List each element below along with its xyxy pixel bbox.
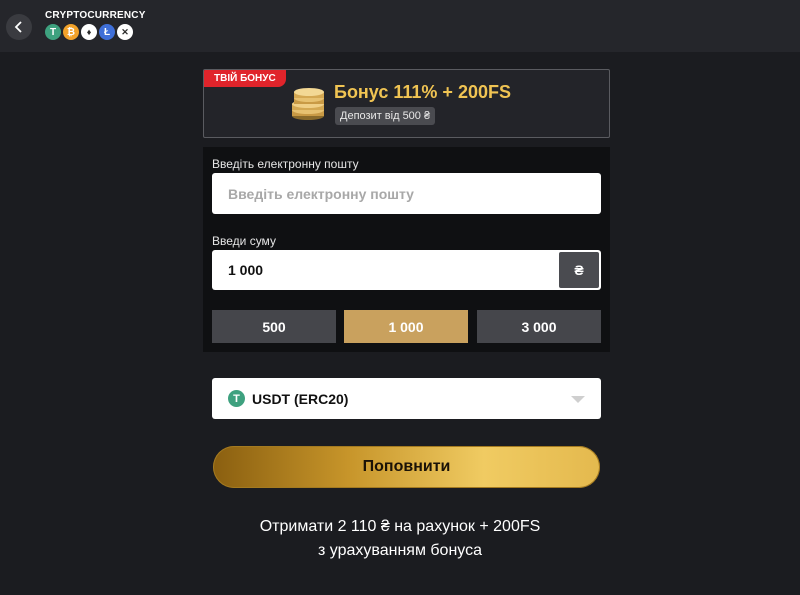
bonus-title: Бонус 111% + 200FS xyxy=(334,82,511,102)
payment-method-select[interactable]: T USDT (ERC20) xyxy=(212,378,601,419)
preset-amount-500[interactable]: 500 xyxy=(212,310,336,343)
ethereum-icon: ♦ xyxy=(81,24,97,40)
amount-input[interactable] xyxy=(212,250,557,290)
receive-summary: Отримати 2 110 ₴ на рахунок + 200FS з ур… xyxy=(0,515,800,563)
bitcoin-icon: ₿ xyxy=(63,24,79,40)
amount-field-wrap: ₴ xyxy=(212,250,601,290)
bonus-card: ТВІЙ БОНУС Бонус 111% + 200FS Депозит ві… xyxy=(203,69,610,138)
currency-button[interactable]: ₴ xyxy=(559,252,599,288)
amount-label: Введи суму xyxy=(212,234,276,248)
page-title: CRYPTOCURRENCY xyxy=(45,10,146,21)
chevron-down-icon xyxy=(571,396,585,403)
email-label: Введіть електронну пошту xyxy=(212,157,359,171)
min-deposit-badge: Депозит від 500 ₴ xyxy=(335,107,436,125)
tether-icon: T xyxy=(228,390,245,407)
receive-amount-text: Отримати 2 110 ₴ на рахунок + 200FS xyxy=(259,518,541,535)
deposit-button[interactable]: Поповнити xyxy=(213,446,600,488)
preset-amount-3000[interactable]: 3 000 xyxy=(477,310,601,343)
email-field[interactable] xyxy=(212,173,601,214)
tether-icon: T xyxy=(45,24,61,40)
litecoin-icon: Ł xyxy=(99,24,115,40)
payment-method-value: USDT (ERC20) xyxy=(252,391,349,407)
preset-amount-1000[interactable]: 1 000 xyxy=(344,310,468,343)
crypto-coin-list: T ₿ ♦ Ł ✕ xyxy=(45,24,133,40)
top-bar: CRYPTOCURRENCY T ₿ ♦ Ł ✕ xyxy=(0,0,800,52)
coins-stack-icon xyxy=(292,88,324,120)
receive-note-text: з урахуванням бонуса xyxy=(317,542,482,559)
back-button[interactable] xyxy=(6,14,32,40)
bonus-tag: ТВІЙ БОНУС xyxy=(204,70,286,87)
deposit-form: Введіть електронну пошту Введи суму ₴ 50… xyxy=(203,147,610,352)
chevron-left-icon xyxy=(14,21,22,33)
ripple-icon: ✕ xyxy=(117,24,133,40)
